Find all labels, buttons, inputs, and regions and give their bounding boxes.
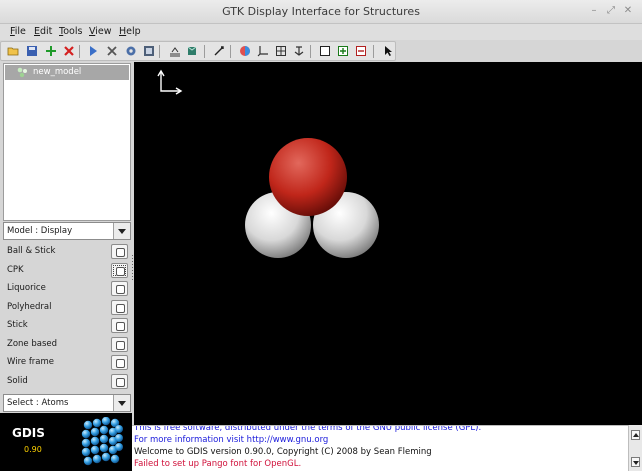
mode-row-wire-frame: Wire frame — [3, 353, 131, 371]
energetics-icon[interactable] — [169, 45, 181, 57]
mode-row-zone-based: Zone based — [3, 335, 131, 353]
tools-icon[interactable] — [106, 45, 118, 57]
message-console[interactable]: This is free software, distributed under… — [132, 425, 628, 471]
mode-label: Stick — [7, 320, 28, 330]
mode-row-liquorice: Liquorice — [3, 279, 131, 297]
save-icon[interactable] — [26, 45, 38, 57]
scroll-up-icon[interactable] — [631, 430, 640, 440]
toolbar-separator — [79, 45, 80, 58]
polyhedral-button[interactable] — [111, 299, 128, 315]
display-mode-list: Ball & Stick CPK Liquorice Polyhedral St… — [3, 242, 131, 392]
render-surface-icon[interactable] — [239, 45, 251, 57]
open-folder-icon[interactable] — [7, 45, 19, 57]
console-line: For more information visit http://www.gn… — [134, 435, 329, 445]
oxygen-atom — [269, 138, 347, 216]
molecule-icon — [17, 67, 28, 81]
split-pane-icon[interactable] — [337, 45, 349, 57]
mode-label: Ball & Stick — [7, 246, 56, 256]
toolbar-separator — [204, 45, 205, 58]
mode-label: Liquorice — [7, 283, 46, 293]
mode-label: Polyhedral — [7, 301, 52, 312]
reset-view-icon[interactable] — [293, 45, 305, 57]
settings-gear-icon[interactable] — [125, 45, 137, 57]
diffraction-icon[interactable] — [186, 45, 198, 57]
new-model-add-icon[interactable] — [45, 45, 57, 57]
mode-label: Solid — [7, 375, 28, 386]
axes-icon[interactable] — [257, 45, 269, 57]
minimize-icon[interactable]: – — [587, 4, 601, 18]
play-animation-icon[interactable] — [87, 45, 99, 57]
mode-row-ball-stick: Ball & Stick — [3, 242, 131, 260]
menu-edit[interactable]: Edit — [34, 26, 52, 37]
toolbar-separator — [230, 45, 231, 58]
solid-button[interactable] — [111, 373, 128, 389]
chevron-down-icon[interactable] — [113, 395, 130, 411]
ball-stick-button[interactable] — [111, 244, 128, 259]
menu-tools[interactable]: Tools — [59, 26, 82, 37]
select-mode-combo[interactable]: Select : Atoms — [3, 394, 131, 412]
single-pane-icon[interactable] — [319, 45, 331, 57]
stick-button[interactable] — [111, 318, 128, 333]
window-title: GTK Display Interface for Structures — [222, 5, 420, 18]
axes-indicator-icon — [157, 69, 183, 95]
console-scrollbar[interactable] — [628, 425, 642, 471]
console-line: Welcome to GDIS version 0.90.0, Copyrigh… — [134, 447, 432, 457]
measure-icon[interactable] — [213, 45, 225, 57]
toolbar-separator — [310, 45, 311, 58]
mode-row-solid: Solid — [3, 372, 131, 390]
cpk-button[interactable] — [111, 262, 128, 278]
mode-row-polyhedral: Polyhedral — [3, 298, 131, 316]
model-tree-panel: new_model — [3, 63, 131, 221]
pointer-icon[interactable] — [382, 45, 394, 57]
molecule-render — [157, 69, 379, 258]
menu-help[interactable]: Help — [119, 26, 141, 37]
liquorice-button[interactable] — [111, 281, 128, 296]
close-icon[interactable]: ✕ — [621, 4, 635, 18]
close-pane-icon[interactable] — [355, 45, 367, 57]
scroll-down-icon[interactable] — [631, 457, 640, 467]
mode-row-cpk: CPK — [3, 261, 131, 279]
chevron-down-icon[interactable] — [113, 223, 130, 239]
toolbar-separator — [159, 45, 160, 58]
select-mode-combo-value: Select : Atoms — [7, 398, 69, 408]
maximize-icon[interactable]: ⤢ — [604, 4, 618, 18]
console-line: Failed to set up Pango font for OpenGL. — [134, 459, 302, 469]
main-toolbar — [0, 41, 396, 61]
menu-view[interactable]: View — [89, 26, 112, 37]
logo-version: 0.90 — [24, 445, 42, 454]
toolbar-separator — [373, 45, 374, 58]
wire-frame-button[interactable] — [111, 355, 128, 370]
logo-name: GDIS — [12, 426, 45, 440]
model-display-combo-value: Model : Display — [7, 226, 73, 236]
console-line: This is free software, distributed under… — [134, 425, 482, 433]
cell-icon[interactable] — [275, 45, 287, 57]
mode-label: CPK — [7, 264, 24, 275]
logo-cube-icon — [81, 417, 123, 466]
model-tree-item-label: new_model — [33, 67, 82, 77]
mode-label: Wire frame — [7, 357, 55, 367]
mode-row-stick: Stick — [3, 316, 131, 334]
title-bar: GTK Display Interface for Structures – ⤢… — [0, 0, 642, 24]
zone-based-button[interactable] — [111, 336, 128, 352]
delete-model-icon[interactable] — [63, 45, 75, 57]
model-tree-item[interactable]: new_model — [5, 65, 129, 80]
menu-bar: File Edit Tools View Help — [0, 24, 642, 40]
task-icon[interactable] — [143, 45, 155, 57]
3d-viewport[interactable] — [134, 62, 642, 425]
gdis-logo: GDIS 0.90 — [0, 413, 132, 471]
mode-label: Zone based — [7, 338, 57, 349]
model-display-combo[interactable]: Model : Display — [3, 222, 131, 240]
menu-file[interactable]: File — [10, 26, 26, 37]
